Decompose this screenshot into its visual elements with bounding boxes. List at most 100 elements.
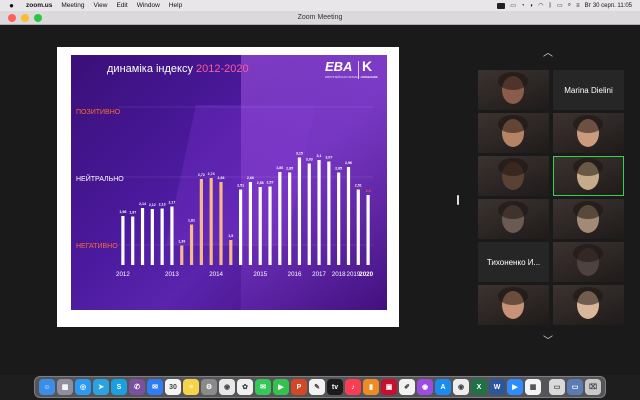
apple-icon[interactable]: ● (8, 1, 15, 10)
dock-finder-icon[interactable]: ☺ (39, 379, 55, 395)
dock-excel-icon[interactable]: X (471, 379, 487, 395)
chart-value-label: 1,81 (188, 219, 195, 223)
participant-name-tile[interactable]: Тихоненко И... (478, 242, 549, 282)
dock-calendar-2-icon[interactable]: ▦ (525, 379, 541, 395)
menu-bar: ● zoom.us Meeting View Edit Window Help … (0, 0, 640, 11)
airplay-icon[interactable]: ◔ (521, 3, 525, 9)
participant-video-tile[interactable] (553, 285, 624, 325)
chart-bar (288, 172, 292, 265)
chart-value-label: 2,66 (247, 176, 254, 180)
chart-bar (297, 157, 302, 265)
dock-music-icon[interactable]: ♪ (345, 379, 361, 395)
chart-bar (356, 189, 360, 265)
dock-safari-icon[interactable]: ◎ (75, 379, 91, 395)
menu-app-name[interactable]: zoom.us (26, 2, 52, 9)
battery-icon[interactable]: ▭ (557, 2, 563, 9)
chart-value-label: 2,12 (149, 203, 156, 207)
zone-label: НЕГАТИВНО (76, 243, 118, 250)
dock-preview-icon[interactable]: ▭ (549, 379, 565, 395)
participant-video-tile[interactable] (553, 113, 624, 153)
participant-video-tile[interactable] (478, 285, 549, 325)
dock-notes-icon[interactable]: ≡ (183, 379, 199, 395)
dock-skype-icon[interactable]: S (111, 379, 127, 395)
participant-hair (573, 158, 603, 176)
chart-value-label: 2,14 (139, 202, 146, 206)
chart-bar (229, 240, 233, 265)
dock-powerpoint-icon[interactable]: P (291, 379, 307, 395)
participant-video-tile[interactable] (553, 199, 624, 239)
zoom-status-icon[interactable] (497, 2, 506, 9)
menu-help[interactable]: Help (169, 2, 182, 9)
participant-video-tile[interactable] (478, 70, 549, 110)
dock-telegram-icon[interactable]: ➤ (93, 379, 109, 395)
chart-value-label: 2,4 (366, 189, 371, 193)
index-bar-chart: ПОЗИТИВНО НЕЙТРАЛЬНО НЕГАТИВНО 1,98 1,97 2,14… (76, 106, 374, 278)
dock-notes-app-icon[interactable]: ✎ (309, 379, 325, 395)
chart-bar (366, 195, 370, 265)
chart-value-label: 2,51 (355, 184, 362, 188)
dock-launchpad-icon[interactable]: ▦ (57, 379, 73, 395)
year-tick-label: 2012 (116, 271, 130, 278)
participant-video-tile[interactable] (478, 113, 549, 153)
dock-facetime-icon[interactable]: ▶ (273, 379, 289, 395)
dock-podcasts-icon[interactable]: ◉ (417, 379, 433, 395)
year-tick-label: 2015 (253, 271, 267, 278)
dock-chrome-2-icon[interactable]: ◉ (453, 379, 469, 395)
chart-value-label: 1,39 (178, 240, 185, 244)
participant-video-tile[interactable] (478, 199, 549, 239)
fullscreen-window-button[interactable] (34, 14, 42, 22)
chart-bar (170, 206, 174, 265)
chart-bar (346, 167, 351, 265)
participant-name-tile[interactable]: Marina Dielini (553, 70, 624, 110)
dock-word-icon[interactable]: W (489, 379, 505, 395)
chart-bar (307, 163, 311, 265)
dock-viber-icon[interactable]: ✆ (129, 379, 145, 395)
close-window-button[interactable] (8, 14, 16, 22)
menu-meeting[interactable]: Meeting (61, 2, 84, 9)
chart-value-label: 2,56 (257, 181, 264, 185)
panel-resize-handle[interactable] (457, 195, 459, 205)
dock-chrome-icon[interactable]: ◉ (219, 379, 235, 395)
volume-icon[interactable]: ◖ (530, 3, 534, 9)
dock-appletv-icon[interactable]: tv (327, 379, 343, 395)
chart-value-label: 1,97 (129, 211, 136, 215)
participant-name: Marina Dielini (564, 85, 613, 95)
participant-video-tile[interactable] (553, 156, 624, 196)
participant-video-tile[interactable] (553, 242, 624, 282)
dock-messages-icon[interactable]: ✉ (255, 379, 271, 395)
bluetooth-icon[interactable]: ᛒ (548, 3, 552, 9)
dock-messenger-icon[interactable]: ✉ (147, 379, 163, 395)
dock: ☺ ▦ ◎ ➤ S ✆ ✉ 30 ≡ ⚙ ◉ ✿ ✉ ▶ P ✎ tv ♪ ▮ ▣ ✐ ◉ A ◉ X W ▶ ▦ ▭ ▭ ⌧ (34, 376, 606, 398)
dock-trash-icon[interactable]: ⌧ (585, 379, 601, 395)
dock-photobooth-icon[interactable]: ▣ (381, 379, 397, 395)
chart-bar (140, 208, 145, 265)
year-tick-label: 2016 (288, 271, 302, 278)
chart-bar (317, 160, 321, 265)
participant-video-tile[interactable] (478, 156, 549, 196)
minimize-window-button[interactable] (21, 14, 29, 22)
control-center-icon[interactable]: ≡ (576, 3, 580, 9)
dock-photos-icon[interactable]: ✿ (237, 379, 253, 395)
display-icon[interactable]: ▭ (510, 2, 516, 9)
participant-gallery: Marina Dielini Тихоненко И... (478, 70, 624, 326)
dock-books-icon[interactable]: ▮ (363, 379, 379, 395)
participant-hair (498, 72, 528, 90)
wifi-icon[interactable]: ◠ (538, 2, 543, 9)
menu-view[interactable]: View (94, 2, 108, 9)
dock-pages-icon[interactable]: ✐ (399, 379, 415, 395)
dock-calendar-icon[interactable]: 30 (165, 379, 181, 395)
chart-value-label: 2,57 (267, 181, 274, 185)
menu-edit[interactable]: Edit (116, 2, 127, 9)
dock-settings-icon[interactable]: ⚙ (201, 379, 217, 395)
dock-window-thumb-icon[interactable]: ▭ (567, 379, 583, 395)
menu-window[interactable]: Window (137, 2, 160, 9)
clock[interactable]: Вт 30 серп. 11:05 (585, 3, 632, 9)
chart-value-label: 3,07 (325, 156, 332, 160)
chevron-down-icon[interactable]: ﹀ (543, 332, 553, 347)
chart-bar (238, 189, 243, 265)
dock-appstore-icon[interactable]: A (435, 379, 451, 395)
search-icon[interactable]: ⌕ (568, 2, 571, 9)
chevron-up-icon[interactable]: ︿ (543, 44, 553, 59)
shared-screen[interactable]: динаміка індексу 2012-2020 EBA ЄВРОПЕЙСЬ… (57, 47, 399, 327)
dock-zoom-icon[interactable]: ▶ (507, 379, 523, 395)
